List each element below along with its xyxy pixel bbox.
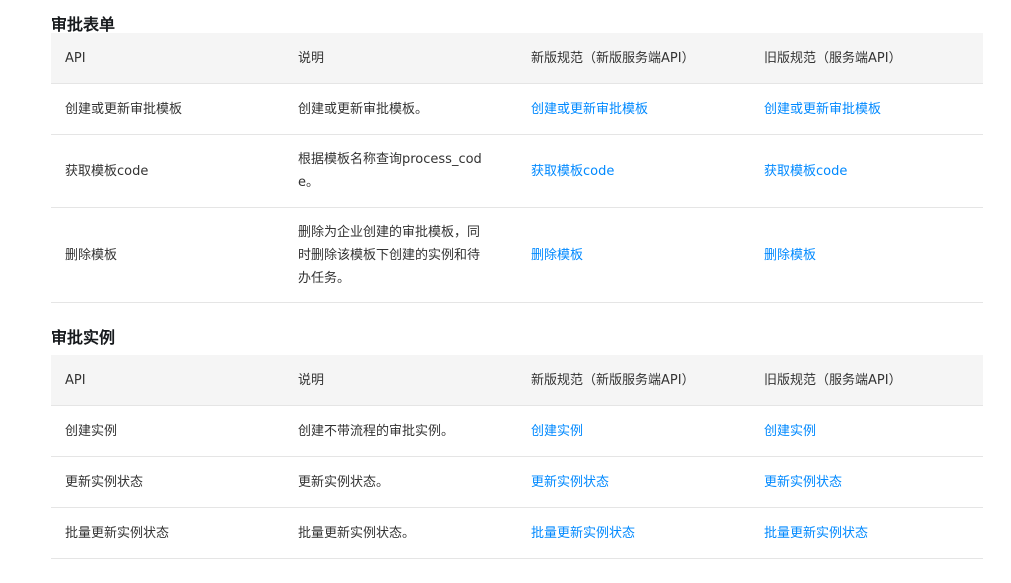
table-row: 删除模板 删除为企业创建的审批模板，同时删除该模板下创建的实例和待办任务。 删除… [51, 207, 983, 303]
column-header-api: API [51, 33, 284, 84]
old-spec-cell: 更新实例状态 [750, 456, 983, 508]
approval-instance-api-table: API 说明 新版规范（新版服务端API） 旧版规范（服务端API） 创建实例 … [51, 355, 983, 559]
new-spec-link[interactable]: 获取模板code [531, 164, 614, 179]
old-spec-cell: 获取模板code [750, 134, 983, 208]
section-title-approval-form: 审批表单 [51, 15, 116, 34]
new-spec-link[interactable]: 删除模板 [531, 248, 583, 263]
description-cell: 根据模板名称查询process_code。 [284, 134, 517, 208]
api-name-cell: 获取模板code [51, 134, 284, 208]
table-header-row: API 说明 新版规范（新版服务端API） 旧版规范（服务端API） [51, 33, 983, 84]
old-spec-cell: 批量更新实例状态 [750, 507, 983, 559]
table-row: 创建实例 创建不带流程的审批实例。 创建实例 创建实例 [51, 405, 983, 457]
new-spec-link[interactable]: 创建实例 [531, 424, 583, 439]
old-spec-cell: 删除模板 [750, 207, 983, 303]
description-cell: 更新实例状态。 [284, 456, 517, 508]
column-header-old-spec: 旧版规范（服务端API） [750, 355, 983, 406]
old-spec-link[interactable]: 创建实例 [764, 424, 816, 439]
old-spec-link[interactable]: 删除模板 [764, 248, 816, 263]
api-name-cell: 更新实例状态 [51, 456, 284, 508]
table-row: 更新实例状态 更新实例状态。 更新实例状态 更新实例状态 [51, 456, 983, 508]
column-header-new-spec: 新版规范（新版服务端API） [517, 33, 750, 84]
approval-form-api-table: API 说明 新版规范（新版服务端API） 旧版规范（服务端API） 创建或更新… [51, 33, 983, 303]
api-name-cell: 创建实例 [51, 405, 284, 457]
old-spec-cell: 创建或更新审批模板 [750, 83, 983, 135]
old-spec-cell: 创建实例 [750, 405, 983, 457]
column-header-description: 说明 [284, 33, 517, 84]
new-spec-cell: 批量更新实例状态 [517, 507, 750, 559]
api-name-cell: 创建或更新审批模板 [51, 83, 284, 135]
new-spec-link[interactable]: 批量更新实例状态 [531, 526, 635, 541]
api-name-cell: 批量更新实例状态 [51, 507, 284, 559]
new-spec-cell: 创建或更新审批模板 [517, 83, 750, 135]
section-title-approval-instance: 审批实例 [51, 328, 116, 347]
column-header-api: API [51, 355, 284, 406]
new-spec-cell: 更新实例状态 [517, 456, 750, 508]
table-header-row: API 说明 新版规范（新版服务端API） 旧版规范（服务端API） [51, 355, 983, 406]
description-cell: 创建不带流程的审批实例。 [284, 405, 517, 457]
doc-content: 审批表单 API 说明 新版规范（新版服务端API） 旧版规范（服务端API） … [51, 0, 983, 559]
description-cell: 删除为企业创建的审批模板，同时删除该模板下创建的实例和待办任务。 [284, 207, 517, 303]
new-spec-link[interactable]: 更新实例状态 [531, 475, 609, 490]
new-spec-cell: 创建实例 [517, 405, 750, 457]
new-spec-cell: 删除模板 [517, 207, 750, 303]
column-header-old-spec: 旧版规范（服务端API） [750, 33, 983, 84]
old-spec-link[interactable]: 更新实例状态 [764, 475, 842, 490]
new-spec-link[interactable]: 创建或更新审批模板 [531, 102, 648, 117]
old-spec-link[interactable]: 创建或更新审批模板 [764, 102, 881, 117]
old-spec-link[interactable]: 批量更新实例状态 [764, 526, 868, 541]
new-spec-cell: 获取模板code [517, 134, 750, 208]
column-header-description: 说明 [284, 355, 517, 406]
table-row: 获取模板code 根据模板名称查询process_code。 获取模板code … [51, 134, 983, 208]
table-row: 批量更新实例状态 批量更新实例状态。 批量更新实例状态 批量更新实例状态 [51, 507, 983, 559]
api-name-cell: 删除模板 [51, 207, 284, 303]
description-cell: 批量更新实例状态。 [284, 507, 517, 559]
description-cell: 创建或更新审批模板。 [284, 83, 517, 135]
old-spec-link[interactable]: 获取模板code [764, 164, 847, 179]
column-header-new-spec: 新版规范（新版服务端API） [517, 355, 750, 406]
table-row: 创建或更新审批模板 创建或更新审批模板。 创建或更新审批模板 创建或更新审批模板 [51, 83, 983, 135]
